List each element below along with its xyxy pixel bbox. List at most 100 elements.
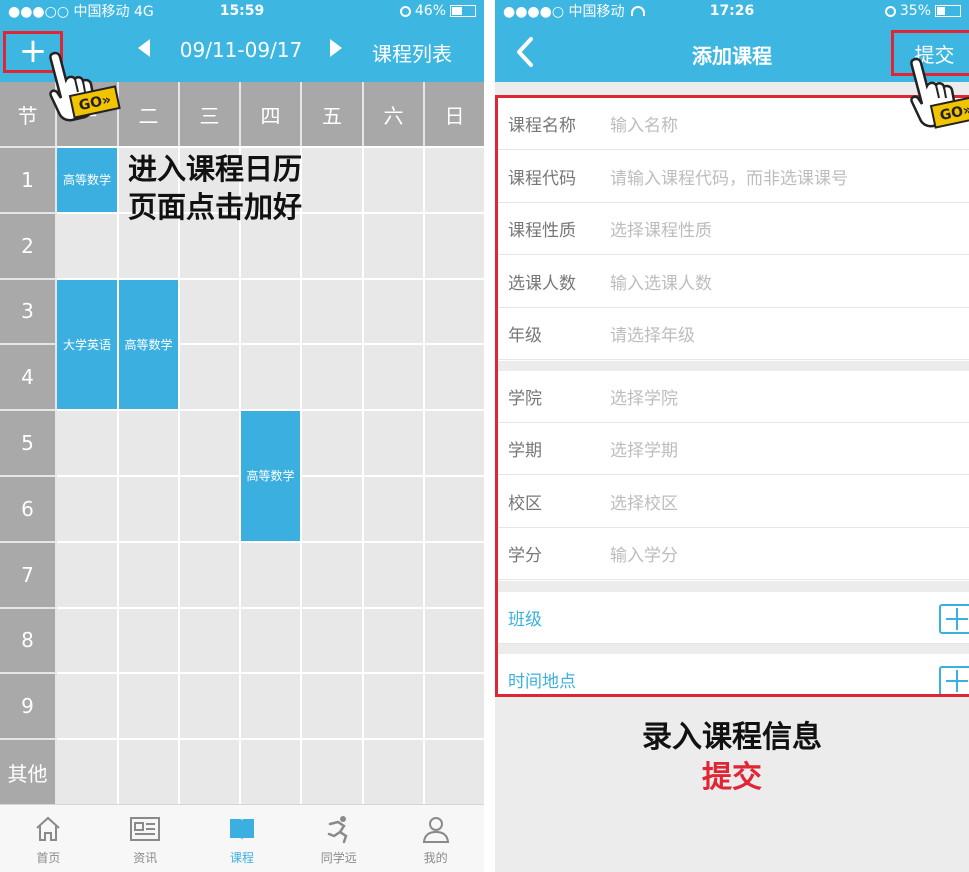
time-place-section-row[interactable]: 时间地点 [498, 654, 969, 694]
course-block[interactable]: 高等数学 [241, 411, 300, 541]
period-label: 8 [0, 608, 55, 673]
period-label: 1 [0, 148, 55, 212]
battery-text: 46% [399, 3, 476, 19]
battery-icon [935, 5, 961, 17]
grid-row-line [57, 540, 484, 543]
course-block[interactable]: 大学英语 [57, 279, 117, 410]
battery-text: 35% [884, 3, 961, 19]
next-week-arrow-icon[interactable] [330, 39, 342, 57]
user-icon [420, 813, 452, 845]
tab-home[interactable]: 首页 [0, 805, 97, 872]
previous-week-arrow-icon[interactable] [138, 39, 150, 57]
field-input[interactable]: 输入选课人数 [610, 269, 712, 294]
course-list-button[interactable]: 课程列表 [372, 38, 452, 67]
field-label: 校区 [508, 493, 542, 514]
annotation-line-1: 录入课程信息 [642, 720, 822, 755]
form-row[interactable]: 课程代码 请输入课程代码，而非选课课号 [498, 150, 969, 203]
carrier-text: ●●●○○ 中国移动 4G [8, 4, 154, 20]
form-row[interactable]: 校区 选择校区 [498, 475, 969, 528]
status-bar: ●●●○○ 中国移动 4G 15:59 46% [0, 0, 484, 22]
period-label: 2 [0, 213, 55, 278]
battery-icon [450, 5, 476, 17]
field-label: 选课人数 [508, 273, 576, 294]
period-label: 其他 [0, 740, 55, 804]
pointing-hand-icon: GO» [910, 57, 969, 129]
field-input[interactable]: 选择学期 [610, 436, 678, 461]
left-phone-screen: ●●●○○ 中国移动 4G 15:59 46% + 09/11-09/17 课程… [0, 0, 484, 872]
period-label: 4 [0, 345, 55, 410]
tab-user[interactable]: 我的 [387, 805, 484, 872]
tab-runner[interactable]: 同学远 [290, 805, 387, 872]
status-bar: ●●●●○ 中国移动 17:26 35% [495, 0, 969, 22]
grid-column-line [300, 146, 302, 804]
course-block[interactable]: 高等数学 [57, 148, 117, 212]
grid-column-line [423, 146, 425, 804]
form-row[interactable]: 选课人数 输入选课人数 [498, 255, 969, 308]
grid-row-line [57, 606, 484, 609]
field-label: 课程代码 [508, 168, 576, 189]
orientation-lock-icon [884, 5, 896, 17]
add-plus-icon[interactable] [939, 603, 969, 634]
field-input[interactable]: 选择学院 [610, 384, 678, 409]
form-row[interactable]: 课程性质 选择课程性质 [498, 203, 969, 255]
carrier-text: ●●●●○ 中国移动 [503, 1, 645, 21]
grid-column-line [178, 146, 180, 804]
field-label: 课程名称 [508, 116, 576, 136]
field-input[interactable]: 请选择年级 [610, 321, 695, 346]
field-label: 课程性质 [508, 221, 576, 241]
field-input[interactable]: 选择校区 [610, 489, 678, 514]
grid-column-line [362, 146, 364, 804]
tab-book[interactable]: 课程 [194, 805, 291, 872]
field-label: 学院 [508, 388, 542, 409]
tab-label: 我的 [423, 851, 448, 865]
period-label: 9 [0, 674, 55, 739]
grid-row-line [57, 146, 484, 148]
instruction-annotation: 进入课程日历 页面点击加好 [128, 152, 303, 224]
orientation-lock-icon [399, 5, 411, 17]
form-row[interactable]: 学院 选择学院 [498, 370, 969, 423]
annotation-line-2: 提交 [702, 760, 762, 795]
course-block[interactable]: 高等数学 [119, 279, 178, 410]
day-header: 五 [302, 82, 362, 146]
section-separator [498, 580, 969, 592]
section-label: 班级 [508, 609, 542, 630]
form-row[interactable]: 学分 输入学分 [498, 528, 969, 580]
tab-label: 资讯 [133, 851, 158, 865]
home-icon [32, 813, 64, 845]
field-input[interactable]: 选择课程性质 [610, 216, 712, 241]
period-label: 6 [0, 477, 55, 541]
pointing-hand-icon: GO» [49, 51, 121, 122]
field-input[interactable]: 输入学分 [610, 541, 678, 566]
tab-label: 首页 [36, 851, 61, 865]
day-header: 三 [180, 82, 239, 146]
add-plus-icon[interactable] [939, 666, 969, 694]
form-row[interactable]: 学期 选择学期 [498, 423, 969, 475]
class-section-row[interactable]: 班级 [498, 591, 969, 644]
day-header: 六 [364, 82, 423, 146]
day-header: 二 [119, 82, 178, 146]
form-row[interactable]: 年级 请选择年级 [498, 308, 969, 360]
tab-news[interactable]: 资讯 [97, 805, 194, 872]
instruction-annotation: 录入课程信息 提交 [495, 718, 969, 798]
book-icon [226, 813, 258, 845]
navigation-bar: 添加课程 提交 [495, 22, 969, 82]
tab-label: 同学远 [320, 851, 357, 865]
grid-row-line [57, 738, 484, 741]
add-course-form: 课程名称 输入名称课程代码 请输入课程代码，而非选课课号课程性质 选择课程性质选课人数… [495, 95, 969, 697]
wifi-icon [630, 6, 645, 16]
period-label: 7 [0, 542, 55, 607]
day-header: 日 [425, 82, 484, 146]
form-row[interactable]: 课程名称 输入名称 [498, 98, 969, 150]
news-icon [129, 813, 161, 845]
grid-row-line [57, 672, 484, 675]
section-separator [498, 644, 969, 654]
field-label: 年级 [508, 326, 542, 346]
week-range-label: 09/11-09/17 [179, 38, 303, 62]
section-separator [498, 360, 969, 371]
field-label: 学分 [508, 546, 542, 566]
runner-icon [323, 813, 355, 845]
tab-label: 课程 [229, 851, 254, 865]
field-input[interactable]: 请输入课程代码，而非选课课号 [610, 164, 848, 189]
period-label: 5 [0, 411, 55, 475]
field-input[interactable]: 输入名称 [610, 111, 678, 136]
